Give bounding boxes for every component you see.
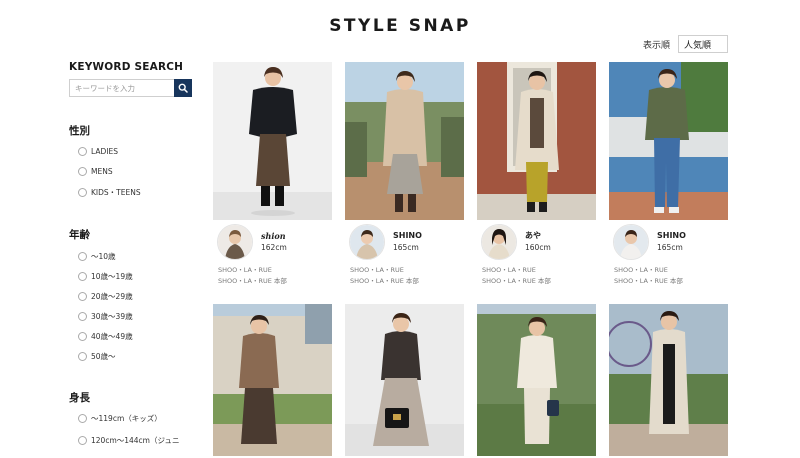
height-filter-title: 身長 [69, 392, 90, 404]
keyword-search-title: KEYWORD SEARCH [69, 61, 184, 73]
search-row [69, 79, 192, 97]
snap-photo[interactable] [477, 62, 596, 220]
snap-card[interactable] [609, 304, 728, 456]
snap-username[interactable]: あや [525, 230, 551, 242]
snap-shop: SHOO・LA・RUE [218, 266, 272, 274]
gender-option-kids-teens[interactable]: KIDS・TEENS [78, 187, 141, 198]
radio-circle[interactable] [78, 292, 87, 301]
height-option-under-119[interactable]: 〜119cm（キッズ） [78, 413, 162, 424]
radio-circle[interactable] [78, 436, 87, 445]
option-label: 120cm〜144cm（ジュニ [91, 436, 180, 445]
option-label: KIDS・TEENS [91, 188, 141, 197]
option-label: 〜119cm（キッズ） [91, 414, 162, 423]
age-filter-title: 年齢 [69, 229, 90, 241]
search-input[interactable] [69, 79, 174, 97]
option-label: 30歳〜39歳 [91, 312, 133, 321]
snap-card[interactable]: あや 160cm SHOO・LA・RUE SHOO・LA・RUE 本部 [477, 62, 596, 285]
snap-store: SHOO・LA・RUE 本部 [350, 277, 419, 285]
radio-circle[interactable] [78, 167, 87, 176]
age-option-10s[interactable]: 10歳〜19歳 [78, 271, 133, 282]
radio-circle[interactable] [78, 272, 87, 281]
snap-card[interactable] [213, 304, 332, 456]
radio-circle[interactable] [78, 188, 87, 197]
age-option-40s[interactable]: 40歳〜49歳 [78, 331, 133, 342]
radio-circle[interactable] [78, 147, 87, 156]
snap-user-info: あや 160cm [525, 230, 551, 254]
age-option-under-10[interactable]: 〜10歳 [78, 251, 116, 262]
age-option-30s[interactable]: 30歳〜39歳 [78, 311, 133, 322]
snap-user-height: 165cm [657, 243, 683, 252]
snap-store: SHOO・LA・RUE 本部 [614, 277, 683, 285]
option-label: MENS [91, 167, 113, 176]
radio-circle[interactable] [78, 352, 87, 361]
option-label: LADIES [91, 147, 118, 156]
sort-control: 表示順 人気順 [643, 35, 728, 53]
snap-user: あや 160cm [481, 224, 551, 260]
radio-circle[interactable] [78, 252, 87, 261]
snap-user-height: 165cm [393, 243, 419, 252]
radio-circle[interactable] [78, 332, 87, 341]
snap-photo[interactable] [213, 304, 332, 456]
snap-user-info: shion 162cm [261, 230, 287, 254]
snap-card[interactable] [477, 304, 596, 456]
snap-user: SHINO 165cm [349, 224, 422, 260]
snap-user-info: SHINO 165cm [657, 230, 686, 254]
snap-user: shion 162cm [217, 224, 287, 260]
snap-user-info: SHINO 165cm [393, 230, 422, 254]
avatar [613, 224, 649, 260]
gender-option-mens[interactable]: MENS [78, 167, 113, 176]
search-icon [178, 83, 188, 93]
snap-user-height: 160cm [525, 243, 551, 252]
snap-card[interactable] [345, 304, 464, 456]
snap-card[interactable]: SHINO 165cm SHOO・LA・RUE SHOO・LA・RUE 本部 [345, 62, 464, 285]
gender-option-ladies[interactable]: LADIES [78, 147, 118, 156]
snap-card[interactable]: SHINO 165cm SHOO・LA・RUE SHOO・LA・RUE 本部 [609, 62, 728, 285]
option-label: 10歳〜19歳 [91, 272, 133, 281]
option-label: 20歳〜29歳 [91, 292, 133, 301]
option-label: 40歳〜49歳 [91, 332, 133, 341]
snap-photo[interactable] [213, 62, 332, 220]
option-label: 50歳〜 [91, 352, 116, 361]
snap-photo[interactable] [345, 62, 464, 220]
snap-shop: SHOO・LA・RUE [482, 266, 536, 274]
option-label: 〜10歳 [91, 252, 116, 261]
snap-photo[interactable] [609, 62, 728, 220]
snap-photo[interactable] [345, 304, 464, 456]
search-button[interactable] [174, 79, 192, 97]
radio-circle[interactable] [78, 312, 87, 321]
snap-user: SHINO 165cm [613, 224, 686, 260]
snap-user-height: 162cm [261, 243, 287, 252]
avatar [349, 224, 385, 260]
snap-username[interactable]: SHINO [657, 230, 686, 242]
snap-username[interactable]: SHINO [393, 230, 422, 242]
radio-circle[interactable] [78, 414, 87, 423]
age-option-20s[interactable]: 20歳〜29歳 [78, 291, 133, 302]
page-title: STYLE SNAP [329, 16, 471, 36]
snap-photo[interactable] [477, 304, 596, 456]
snap-username[interactable]: shion [261, 230, 287, 242]
age-option-50-plus[interactable]: 50歳〜 [78, 351, 116, 362]
avatar [481, 224, 517, 260]
sort-select[interactable]: 人気順 [678, 35, 728, 53]
snap-shop: SHOO・LA・RUE [614, 266, 668, 274]
snap-photo[interactable] [609, 304, 728, 456]
height-option-120-144[interactable]: 120cm〜144cm（ジュニ [78, 435, 179, 446]
snap-shop: SHOO・LA・RUE [350, 266, 404, 274]
snap-store: SHOO・LA・RUE 本部 [482, 277, 551, 285]
gender-filter-title: 性別 [69, 125, 90, 137]
sort-label: 表示順 [642, 40, 670, 51]
snap-store: SHOO・LA・RUE 本部 [218, 277, 287, 285]
sidebar: KEYWORD SEARCH [69, 61, 193, 97]
avatar [217, 224, 253, 260]
snap-card[interactable]: shion 162cm SHOO・LA・RUE SHOO・LA・RUE 本部 [213, 62, 332, 285]
